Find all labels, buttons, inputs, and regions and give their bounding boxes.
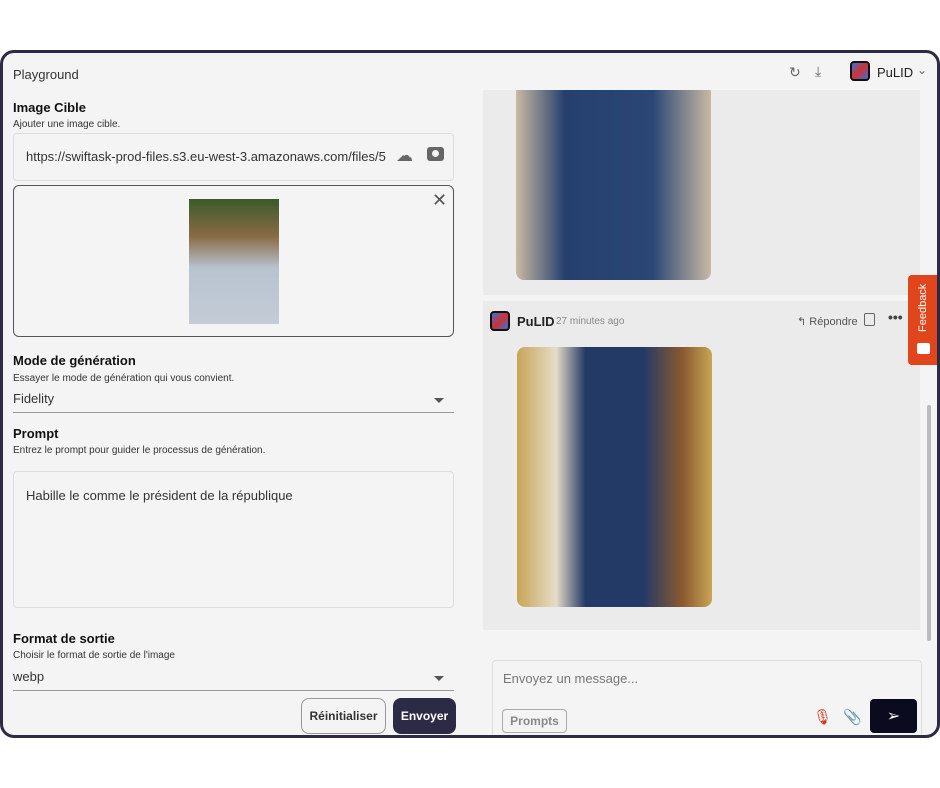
chat-message: PuLID 27 minutes ago ↰ Répondre ••• [483,303,920,630]
target-image-label: Image Cible [13,100,86,115]
bot-avatar [490,311,510,331]
page-title: Playground [13,67,79,82]
chat-message [483,90,920,290]
chevron-down-icon[interactable]: ⌄ [917,63,927,77]
close-icon[interactable]: ✕ [432,190,447,211]
playground-window: Playground ↻ ⤓ PuLID ⌄ Image Cible Ajout… [0,50,940,738]
prompt-textarea[interactable]: Habille le comme le président de la répu… [13,471,454,608]
refresh-icon[interactable]: ↻ [789,64,801,81]
more-options-icon[interactable]: ••• [888,309,903,325]
format-value: webp [13,669,45,684]
reply-label: Répondre [809,316,858,328]
mode-description: Essayer le mode de génération qui vous c… [13,373,235,384]
prompt-description: Entrez le prompt pour guider le processu… [13,445,266,456]
caret-down-icon [434,398,444,403]
model-avatar [850,61,870,81]
feedback-label: Feedback [917,283,929,332]
image-url-value: https://swiftask-prod-files.s3.eu-west-3… [26,149,386,164]
image-preview: ✕ [13,185,454,337]
message-input[interactable]: Envoyez un message... Prompts 🎙 📎 ➢ [492,660,922,735]
model-selector[interactable]: PuLID [877,65,913,80]
paperclip-icon[interactable]: 📎 [843,708,862,726]
prompts-button[interactable]: Prompts [502,709,567,733]
reset-button[interactable]: Réinitialiser [301,698,386,734]
image-url-input[interactable]: https://swiftask-prod-files.s3.eu-west-3… [13,133,454,181]
copy-icon[interactable] [864,313,875,326]
scrollbar[interactable] [927,405,931,641]
message-author: PuLID [517,314,555,329]
prompt-label: Prompt [13,426,59,441]
mode-select[interactable]: Fidelity [13,387,454,413]
format-label: Format de sortie [13,631,115,646]
send-button[interactable]: ➢ [870,699,917,733]
format-description: Choisir le format de sortie de l'image [13,650,175,661]
generated-image[interactable] [516,90,711,280]
feedback-tab[interactable]: Feedback [908,275,937,365]
target-image-description: Ajouter une image cible. [13,119,121,130]
feedback-icon [917,343,930,354]
mode-value: Fidelity [13,391,55,406]
target-image-thumbnail [189,199,279,324]
microphone-icon[interactable]: 🎙 [813,708,832,726]
submit-button[interactable]: Envoyer [393,698,456,734]
reply-icon: ↰ [797,316,810,328]
message-placeholder: Envoyez un message... [503,671,639,686]
camera-icon[interactable] [427,147,444,161]
download-icon[interactable]: ⤓ [815,63,821,80]
message-time: 27 minutes ago [556,316,625,327]
send-icon: ➢ [886,708,901,725]
chat-panel: PuLID 27 minutes ago ↰ Répondre ••• [483,90,920,630]
mode-label: Mode de génération [13,353,136,368]
cloud-upload-icon[interactable]: ☁ [396,146,413,166]
caret-down-icon [434,676,444,681]
generated-image[interactable] [517,347,712,607]
reply-button[interactable]: ↰ Répondre [797,315,858,328]
format-select[interactable]: webp [13,665,454,691]
